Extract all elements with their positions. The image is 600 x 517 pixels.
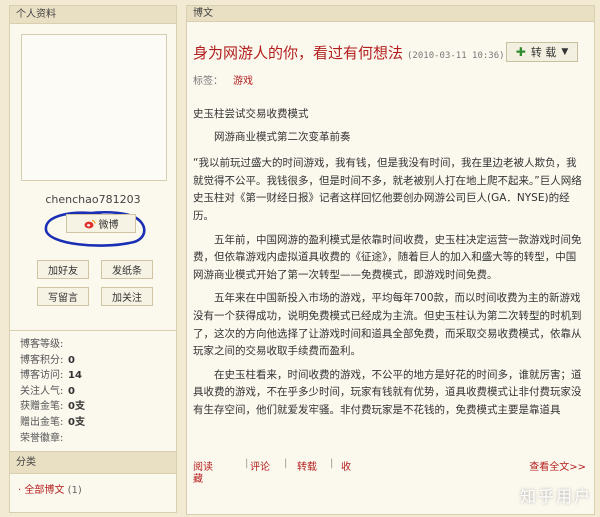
send-note-button[interactable]: 发纸条	[101, 260, 153, 279]
article-panel: 博文 身为网游人的你，看过有何想法 (2010-03-11 10:36) ✚ 转…	[186, 5, 595, 515]
username[interactable]: chenchao781203	[10, 193, 176, 206]
category-panel-title: 分类	[10, 452, 176, 474]
paragraph: 史玉柱尝试交易收费模式	[193, 108, 309, 120]
paragraph: 五年来在中国新投入市场的游戏，平均每年700款，而以时间收费为主的新游戏没有一个…	[193, 292, 582, 358]
title-row: 身为网游人的你，看过有何想法 (2010-03-11 10:36)	[193, 42, 505, 63]
article-panel-title: 博文	[187, 6, 594, 22]
separator: |	[284, 458, 288, 469]
avatar[interactable]	[21, 34, 167, 181]
paragraph: 网游商业模式第二次变革前奏	[214, 130, 351, 143]
favorite-link[interactable]: 收	[341, 458, 351, 473]
bullet-icon: ·	[18, 485, 22, 496]
category-count: (1)	[67, 485, 82, 496]
weibo-icon	[84, 219, 96, 228]
tag-label: 标签：	[193, 76, 223, 87]
blog-stats: 博客等级: 博客积分: 0 博客访问: 14 关注人气: 0 获赠金笔: 0支 赠出金笔…	[10, 330, 176, 454]
repost-link[interactable]: 转载	[297, 458, 317, 473]
weibo-area: 微博	[10, 210, 176, 247]
read-link-wrap[interactable]: 藏	[193, 470, 203, 485]
post-body: 史玉柱尝试交易收费模式 网游商业模式第二次变革前奏 “我以前玩过盛大的时间游戏，…	[193, 106, 585, 420]
dropdown-arrow-icon[interactable]: ▼	[561, 47, 568, 57]
stat-pens-given: 赠出金笔: 0支	[20, 416, 85, 428]
profile-panel: 个人资料 chenchao781203 微博 加好友 发纸条 写留言 加关注 博…	[9, 5, 177, 456]
stat-visits: 博客访问: 14	[20, 370, 82, 382]
repost-label: 转 载	[530, 46, 557, 59]
comment-link[interactable]: 评论	[250, 458, 270, 473]
stat-level: 博客等级:	[20, 339, 64, 350]
weibo-label: 微博	[98, 220, 119, 231]
plus-icon: ✚	[515, 45, 526, 59]
profile-panel-title: 个人资料	[10, 6, 176, 24]
category-link-all-posts[interactable]: 全部博文	[24, 485, 64, 496]
post-title[interactable]: 身为网游人的你，看过有何想法	[193, 42, 403, 63]
paragraph: 五年前，中国网游的盈利模式是依靠时间收费，史玉柱决定运营一款游戏时间免费，但依靠…	[193, 233, 582, 281]
weibo-button[interactable]: 微博	[66, 214, 136, 233]
post-date: (2010-03-11 10:36)	[407, 51, 505, 61]
follow-button[interactable]: 加关注	[101, 287, 153, 306]
stat-popularity: 关注人气: 0	[20, 385, 75, 397]
tag-row: 标签： 游戏	[193, 72, 253, 87]
separator: |	[330, 458, 334, 469]
stat-badges: 荣誉徽章:	[20, 432, 64, 444]
category-panel: 分类 · 全部博文 (1)	[9, 451, 177, 513]
stat-points: 博客积分: 0	[20, 354, 75, 366]
category-item: · 全部博文 (1)	[10, 474, 176, 496]
repost-button[interactable]: ✚ 转 载 ▼	[506, 42, 578, 62]
tag-link[interactable]: 游戏	[233, 76, 253, 87]
view-full-text-link[interactable]: 查看全文>>	[529, 458, 586, 473]
separator: |	[245, 458, 249, 469]
stat-pens-received: 获赠金笔: 0支	[20, 401, 85, 413]
paragraph: “我以前玩过盛大的时间游戏，我有钱，但是我没有时间，我在里边老被人欺负，我就觉得…	[193, 157, 582, 222]
add-friend-button[interactable]: 加好友	[37, 260, 89, 279]
paragraph: 在史玉柱看来，时间收费的游戏，不公平的地方是好花的时间多，谁就厉害；道具收费的游…	[193, 368, 582, 416]
watermark: 知乎用户	[519, 487, 592, 506]
leave-message-button[interactable]: 写留言	[37, 287, 89, 306]
